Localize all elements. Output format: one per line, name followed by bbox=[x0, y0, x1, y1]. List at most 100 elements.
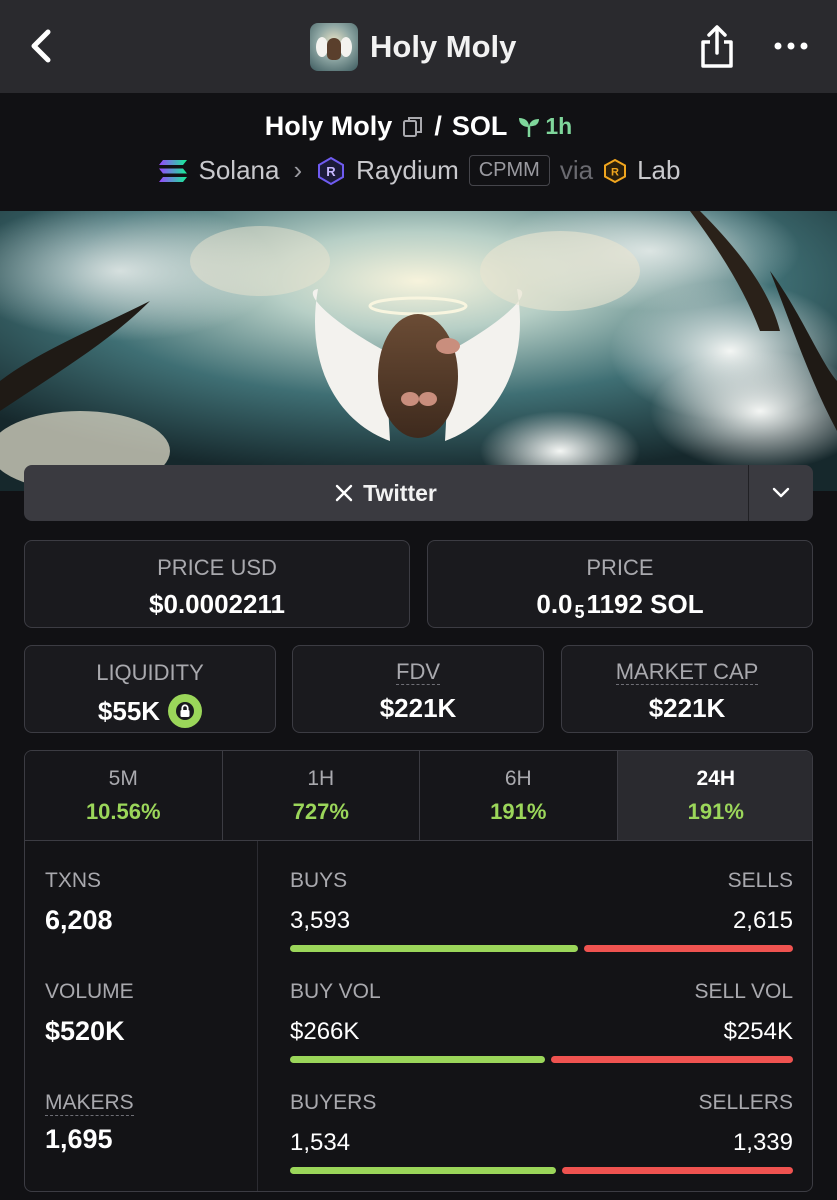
share-button[interactable] bbox=[697, 24, 737, 70]
volume-split-bar bbox=[290, 1056, 793, 1063]
tab-change: 10.56% bbox=[85, 799, 161, 824]
svg-text:R: R bbox=[326, 164, 336, 179]
txns-value: 6,208 bbox=[45, 905, 113, 935]
pair-separator: / bbox=[434, 111, 442, 141]
back-button[interactable] bbox=[24, 26, 60, 66]
txns-label: TXNS bbox=[45, 869, 102, 892]
svg-text:R: R bbox=[611, 166, 619, 178]
tab-5m[interactable]: 5M 10.56% bbox=[25, 751, 223, 840]
makers-label[interactable]: MAKERS bbox=[45, 1091, 134, 1116]
period-totals: TXNS 6,208 VOLUME $520K MAKERS 1,695 bbox=[25, 841, 258, 1191]
market-cap-card: MARKET CAP $221K bbox=[561, 645, 813, 733]
market-cap-value: $221K bbox=[648, 693, 726, 723]
x-icon bbox=[335, 484, 353, 502]
fdv-card: FDV $221K bbox=[292, 645, 544, 733]
chain-name[interactable]: Solana bbox=[199, 155, 280, 186]
price-native-lead: 0.0 bbox=[536, 589, 573, 619]
buy-vol-value: $266K bbox=[290, 1018, 360, 1045]
sells-label: SELLS bbox=[727, 869, 793, 892]
page-title: Holy Moly bbox=[370, 29, 517, 64]
makers-value: 1,695 bbox=[45, 1124, 113, 1154]
price-native-value: 0.0 5 1192 SOL bbox=[428, 589, 812, 622]
price-usd-card: PRICE USD $0.0002211 bbox=[24, 540, 410, 628]
launchpad-name[interactable]: Lab bbox=[637, 155, 680, 186]
quote-token-name: SOL bbox=[451, 111, 508, 141]
copy-icon[interactable] bbox=[402, 115, 424, 139]
share-icon bbox=[701, 25, 733, 68]
token-avatar bbox=[310, 23, 358, 71]
tab-label: 1H bbox=[307, 767, 335, 790]
sell-vol-bar-fill bbox=[551, 1056, 793, 1063]
tab-6h[interactable]: 6H 191% bbox=[420, 751, 618, 840]
tab-label: 5M bbox=[108, 767, 138, 790]
sell-vol-label: SELL VOL bbox=[694, 980, 793, 1003]
makers-metric: MAKERS 1,695 bbox=[45, 1091, 134, 1155]
buyers-bar-fill bbox=[290, 1167, 556, 1174]
token-title-group: Holy Moly bbox=[310, 22, 516, 72]
price-native-label: PRICE bbox=[586, 555, 654, 580]
sellers-value: 1,339 bbox=[732, 1129, 793, 1156]
volume-label: VOLUME bbox=[45, 980, 134, 1003]
buyers-value: 1,534 bbox=[290, 1129, 351, 1156]
sprout-icon bbox=[519, 117, 540, 137]
tab-24h[interactable]: 24H 191% bbox=[617, 751, 812, 840]
buys-sells-bar bbox=[290, 945, 793, 952]
market-cap-label[interactable]: MARKET CAP bbox=[615, 660, 759, 685]
period-stats-panel: 5M 10.56% 1H 727% 6H 191% 24H 191% TXNS … bbox=[24, 750, 813, 1192]
raydium-icon: R bbox=[318, 156, 345, 185]
pair-age-value: 1h bbox=[545, 113, 573, 139]
via-label: via bbox=[559, 155, 594, 185]
liquidity-lock-badge[interactable] bbox=[168, 694, 203, 728]
more-options-button[interactable] bbox=[773, 38, 809, 54]
buyers-sellers-bar bbox=[290, 1167, 793, 1174]
pair-header: Holy Moly / SOL 1h Solana › R Raydium CP… bbox=[0, 93, 837, 211]
tab-label: 6H bbox=[504, 767, 532, 790]
buys-value: 3,593 bbox=[290, 907, 351, 934]
buy-bar-fill bbox=[290, 945, 578, 952]
back-icon bbox=[31, 29, 51, 63]
tab-1h[interactable]: 1H 727% bbox=[222, 751, 420, 840]
liquidity-value: $55K bbox=[97, 695, 161, 726]
twitter-link-button[interactable]: Twitter bbox=[24, 465, 748, 521]
liquidity-card: LIQUIDITY $55K bbox=[24, 645, 276, 733]
period-tabs: 5M 10.56% 1H 727% 6H 191% 24H 191% bbox=[25, 751, 812, 841]
chevron-down-icon bbox=[772, 487, 790, 498]
buys-label: BUYS bbox=[290, 869, 348, 892]
more-socials-button[interactable] bbox=[749, 465, 813, 521]
base-token-name: Holy Moly bbox=[264, 111, 393, 141]
lock-icon bbox=[176, 702, 195, 720]
volume-metric: VOLUME $520K bbox=[45, 980, 134, 1047]
tab-change: 191% bbox=[490, 799, 547, 824]
more-icon bbox=[774, 42, 808, 50]
solana-icon bbox=[158, 159, 187, 182]
buys-sells-row: BUYS SELLS 3,593 2,615 bbox=[290, 869, 793, 952]
chevron-right-icon: › bbox=[293, 155, 303, 185]
pair-line: Holy Moly / SOL 1h bbox=[0, 111, 837, 142]
volume-value: $520K bbox=[45, 1016, 125, 1046]
buyers-label: BUYERS bbox=[290, 1091, 377, 1114]
fdv-label[interactable]: FDV bbox=[396, 660, 440, 685]
sellers-label: SELLERS bbox=[698, 1091, 793, 1114]
liquidity-label: LIQUIDITY bbox=[96, 660, 204, 685]
token-banner-image bbox=[0, 211, 837, 491]
sell-vol-value: $254K bbox=[723, 1018, 793, 1045]
price-usd-value: $0.0002211 bbox=[149, 589, 285, 619]
pair-age: 1h bbox=[517, 113, 572, 140]
price-usd-label: PRICE USD bbox=[157, 555, 277, 580]
buy-vol-bar-fill bbox=[290, 1056, 545, 1063]
lab-icon: R bbox=[604, 158, 627, 183]
liquidity-value-row: $55K bbox=[25, 694, 275, 728]
dex-name[interactable]: Raydium bbox=[356, 155, 459, 186]
tab-label: 24H bbox=[696, 767, 736, 790]
price-native-zero-count: 5 bbox=[574, 602, 585, 622]
tab-change: 191% bbox=[687, 799, 744, 824]
txns-metric: TXNS 6,208 bbox=[45, 869, 113, 936]
price-native-card: PRICE 0.0 5 1192 SOL bbox=[427, 540, 813, 628]
price-native-tail: 1192 SOL bbox=[586, 589, 704, 619]
sells-value: 2,615 bbox=[732, 907, 793, 934]
pool-type-badge: CPMM bbox=[468, 155, 550, 186]
twitter-label: Twitter bbox=[363, 479, 437, 506]
social-links-bar: Twitter bbox=[24, 465, 813, 521]
buy-vol-label: BUY VOL bbox=[290, 980, 381, 1003]
tab-change: 727% bbox=[292, 799, 349, 824]
